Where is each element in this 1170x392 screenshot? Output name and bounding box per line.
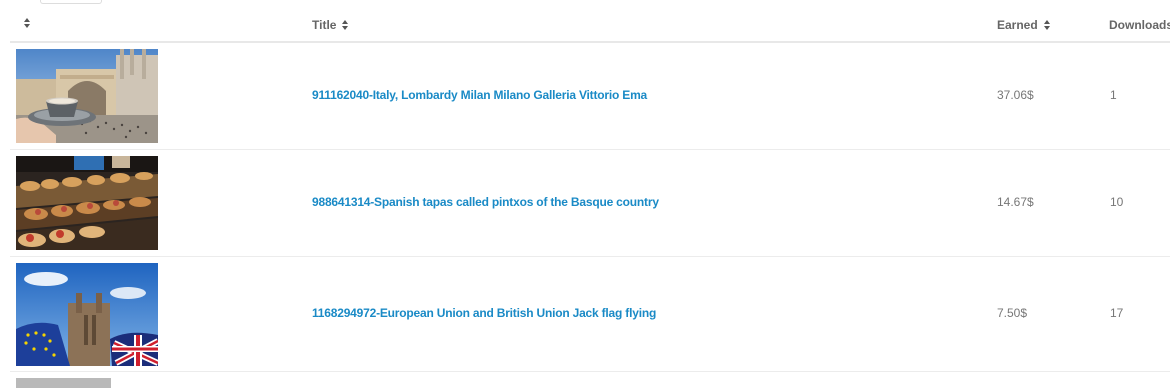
downloads-header-label: Downloads [1109, 18, 1170, 32]
thumbnail-image[interactable] [16, 378, 111, 388]
downloads-value: 10 [1110, 195, 1124, 209]
earned-value: 14.67$ [997, 195, 1034, 209]
title-link[interactable]: 911162040-Italy, Lombardy Milan Milano G… [312, 88, 647, 102]
stock-earnings-table: Title Earned Downloads 911162040-Italy, … [10, 0, 1170, 388]
sort-icon[interactable] [1043, 20, 1051, 30]
table-header: Title Earned Downloads [10, 0, 1170, 43]
earned-column-header[interactable]: Earned [997, 18, 1051, 32]
title-link[interactable]: 1168294972-European Union and British Un… [312, 306, 656, 320]
thumbnail-column-header[interactable] [24, 18, 31, 28]
earned-header-label: Earned [997, 18, 1038, 32]
table-row: 1168294972-European Union and British Un… [10, 257, 1170, 372]
downloads-value: 17 [1110, 306, 1124, 320]
downloads-column-header[interactable]: Downloads [1109, 18, 1170, 32]
table-row: 911162040-Italy, Lombardy Milan Milano G… [10, 43, 1170, 150]
thumbnail-image[interactable] [16, 49, 158, 143]
sort-icon[interactable] [24, 18, 31, 28]
thumbnail-image[interactable] [16, 156, 158, 250]
sort-icon[interactable] [342, 20, 349, 30]
table-row: 988641314-Spanish tapas called pintxos o… [10, 150, 1170, 257]
table-row [10, 372, 1170, 392]
earned-value: 37.06$ [997, 88, 1034, 102]
title-header-label: Title [312, 18, 337, 32]
title-column-header[interactable]: Title [312, 18, 349, 32]
downloads-value: 1 [1110, 88, 1117, 102]
thumbnail-image[interactable] [16, 263, 158, 366]
earned-value: 7.50$ [997, 306, 1028, 320]
title-link[interactable]: 988641314-Spanish tapas called pintxos o… [312, 195, 659, 209]
